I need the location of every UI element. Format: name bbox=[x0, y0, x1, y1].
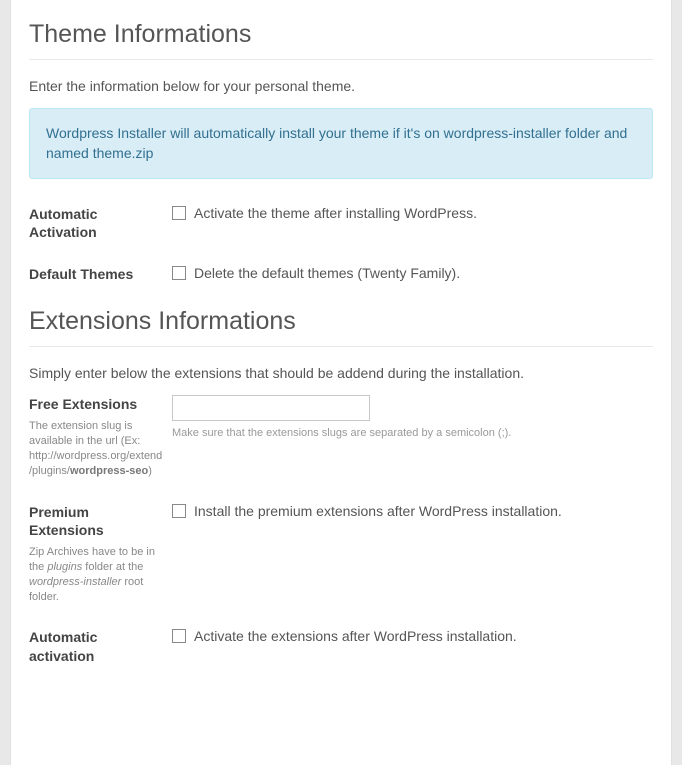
extensions-intro-text: Simply enter below the extensions that s… bbox=[29, 365, 653, 381]
checkbox-icon bbox=[172, 504, 186, 518]
theme-intro-text: Enter the information below for your per… bbox=[29, 78, 653, 94]
label-ext-auto-activation: Automatic activation bbox=[29, 628, 164, 664]
free-extensions-input[interactable] bbox=[172, 395, 370, 421]
checkbox-icon bbox=[172, 206, 186, 220]
field-ext-auto-activation: Automatic activation Activate the extens… bbox=[29, 628, 653, 664]
field-automatic-activation: Automatic Activation Activate the theme … bbox=[29, 205, 653, 241]
help-free-extensions: The extension slug is available in the u… bbox=[29, 419, 164, 478]
checkbox-icon bbox=[172, 266, 186, 280]
checkbox-activate-theme[interactable]: Activate the theme after installing Word… bbox=[172, 205, 653, 221]
label-premium-extensions: Premium Extensions bbox=[29, 503, 164, 539]
checkbox-delete-default-themes-label: Delete the default themes (Twenty Family… bbox=[194, 265, 460, 281]
checkbox-install-premium-extensions[interactable]: Install the premium extensions after Wor… bbox=[172, 503, 653, 519]
theme-info-heading: Theme Informations bbox=[29, 20, 653, 60]
field-default-themes: Default Themes Delete the default themes… bbox=[29, 265, 653, 283]
field-free-extensions: Free Extensions The extension slug is av… bbox=[29, 395, 653, 479]
free-extensions-note: Make sure that the extensions slugs are … bbox=[172, 427, 653, 439]
help-premium-extensions: Zip Archives have to be in the plugins f… bbox=[29, 545, 164, 604]
field-premium-extensions: Premium Extensions Zip Archives have to … bbox=[29, 503, 653, 605]
checkbox-install-premium-label: Install the premium extensions after Wor… bbox=[194, 503, 562, 519]
label-automatic-activation: Automatic Activation bbox=[29, 205, 164, 241]
checkbox-delete-default-themes[interactable]: Delete the default themes (Twenty Family… bbox=[172, 265, 653, 281]
settings-form: Theme Informations Enter the information… bbox=[10, 0, 672, 765]
label-default-themes: Default Themes bbox=[29, 265, 164, 283]
theme-install-notice: Wordpress Installer will automatically i… bbox=[29, 108, 653, 179]
checkbox-activate-extensions-label: Activate the extensions after WordPress … bbox=[194, 628, 517, 644]
checkbox-activate-theme-label: Activate the theme after installing Word… bbox=[194, 205, 477, 221]
checkbox-activate-extensions[interactable]: Activate the extensions after WordPress … bbox=[172, 628, 653, 644]
extensions-info-heading: Extensions Informations bbox=[29, 307, 653, 347]
checkbox-icon bbox=[172, 629, 186, 643]
label-free-extensions: Free Extensions bbox=[29, 395, 164, 413]
